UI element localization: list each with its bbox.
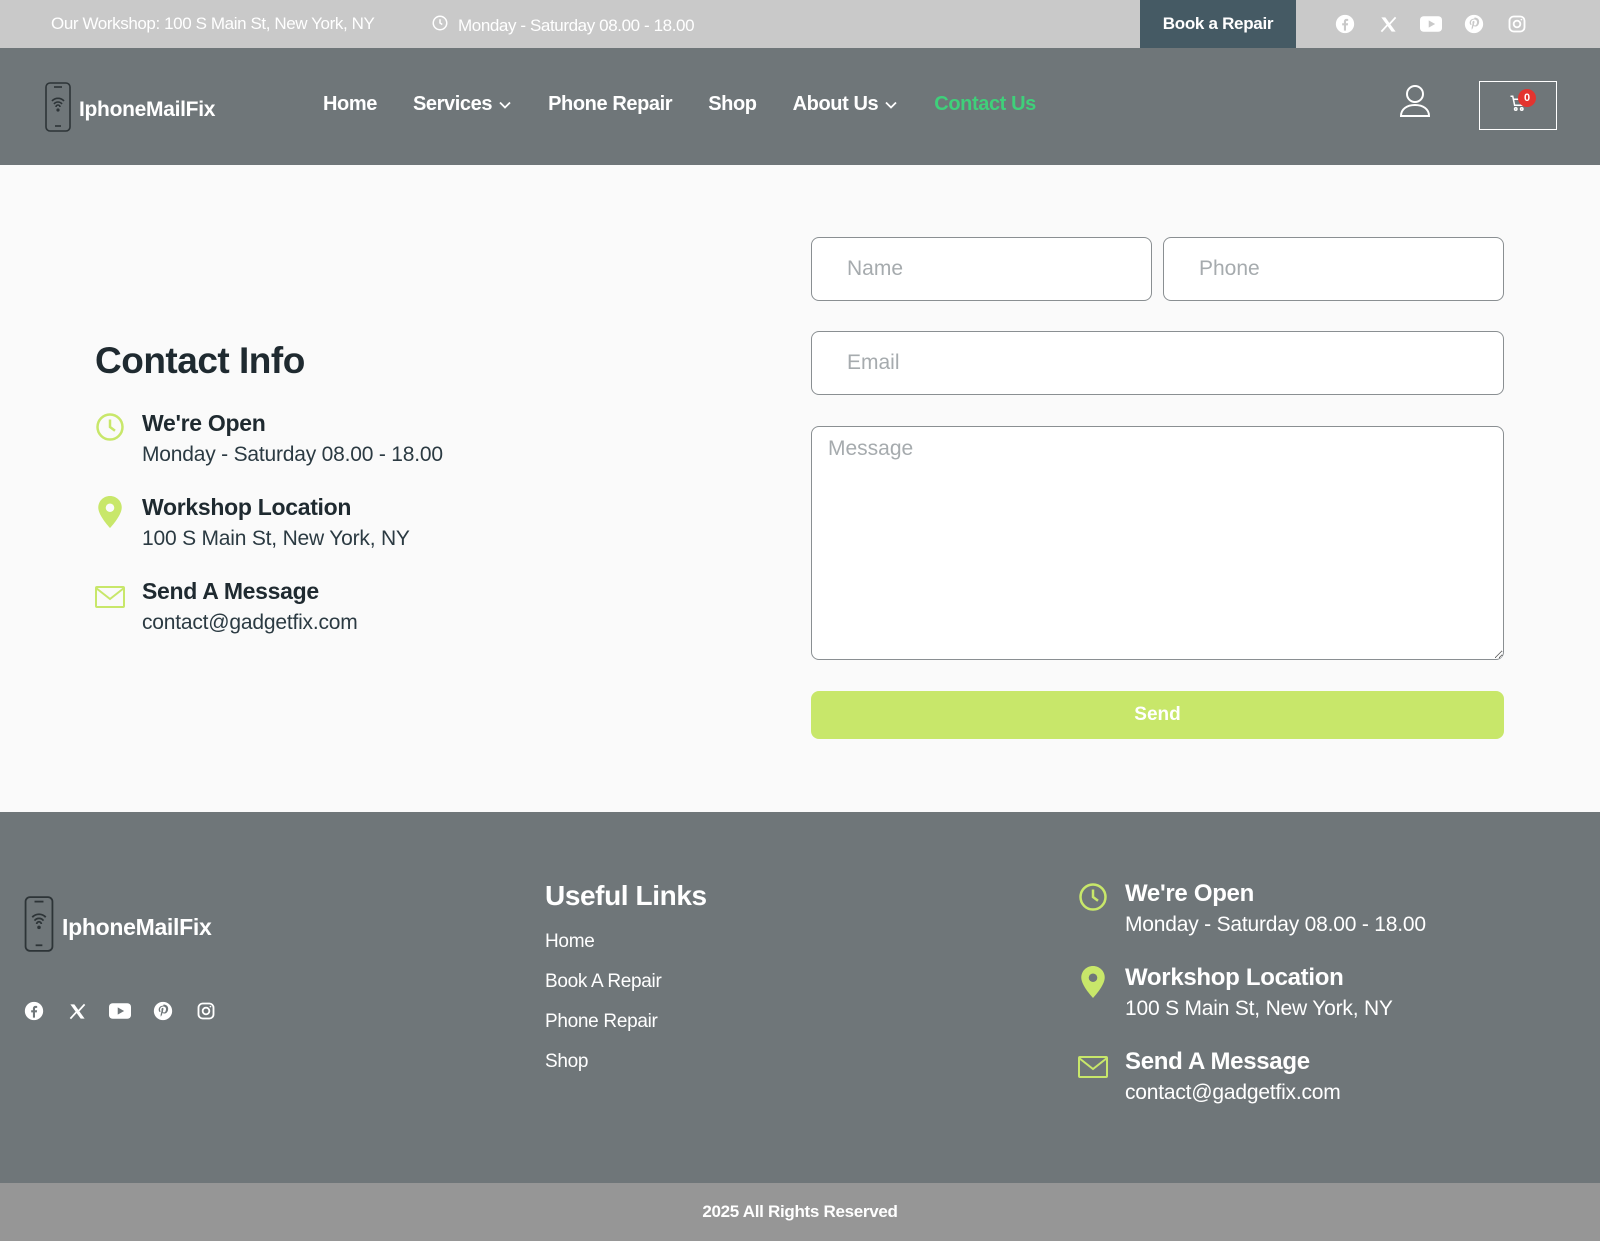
footer-hours-title: We're Open — [1125, 880, 1254, 907]
contact-hours: We're Open Monday - Saturday 08.00 - 18.… — [95, 410, 443, 467]
footer-link-book-repair[interactable]: Book A Repair — [545, 971, 707, 993]
footer-hours: We're Open Monday - Saturday 08.00 - 18.… — [1078, 880, 1426, 937]
site-footer: IphoneMailFix Useful Links Home Book A R… — [0, 812, 1600, 1183]
copyright-text: 2025 All Rights Reserved — [702, 1202, 898, 1221]
hours-text: Monday - Saturday 08.00 - 18.00 — [142, 443, 443, 466]
cart-button[interactable]: 0 — [1479, 81, 1557, 130]
clock-icon — [1078, 880, 1108, 937]
contact-section: Contact Info We're Open Monday - Saturda… — [0, 165, 1600, 812]
cart-count-badge: 0 — [1518, 89, 1536, 107]
footer-link-phone-repair[interactable]: Phone Repair — [545, 1011, 707, 1033]
chevron-down-icon — [498, 93, 512, 116]
location-title: Workshop Location — [142, 494, 352, 520]
nav-phone-repair-label: Phone Repair — [548, 93, 673, 115]
x-icon[interactable] — [1377, 13, 1399, 35]
mail-icon — [1078, 1048, 1108, 1105]
contact-info-title: Contact Info — [95, 340, 305, 381]
topbar-social-links — [1334, 13, 1528, 35]
footer-link-home[interactable]: Home — [545, 931, 707, 953]
book-repair-button[interactable]: Book a Repair — [1140, 0, 1296, 48]
footer-email-text[interactable]: contact@gadgetfix.com — [1125, 1081, 1341, 1105]
nav-phone-repair[interactable]: Phone Repair — [548, 93, 673, 116]
contact-location: Workshop Location 100 S Main St, New Yor… — [95, 494, 410, 551]
phone-logo-icon — [45, 82, 71, 138]
workshop-address: Our Workshop: 100 S Main St, New York, N… — [51, 14, 375, 33]
site-header: IphoneMailFix Home Services Phone Repair… — [0, 48, 1600, 165]
instagram-icon[interactable] — [195, 1000, 217, 1022]
useful-links-title: Useful Links — [545, 880, 707, 911]
email-input[interactable] — [811, 331, 1504, 395]
pinterest-icon[interactable] — [1463, 13, 1485, 35]
nav-about-us[interactable]: About Us — [793, 93, 899, 116]
brand-name: IphoneMailFix — [79, 98, 216, 121]
footer-link-shop[interactable]: Shop — [545, 1051, 707, 1073]
user-account-icon[interactable] — [1399, 84, 1431, 123]
clock-icon — [95, 410, 125, 467]
footer-hours-text: Monday - Saturday 08.00 - 18.00 — [1125, 913, 1426, 936]
footer-location-title: Workshop Location — [1125, 964, 1344, 991]
phone-input[interactable] — [1163, 237, 1504, 301]
location-text: 100 S Main St, New York, NY — [142, 527, 410, 550]
footer-social-links — [23, 1000, 217, 1022]
x-icon[interactable] — [66, 1000, 88, 1022]
hours-title: We're Open — [142, 410, 266, 436]
footer-message-title: Send A Message — [1125, 1048, 1310, 1075]
footer-email: Send A Message contact@gadgetfix.com — [1078, 1048, 1341, 1105]
chevron-down-icon — [884, 93, 898, 116]
nav-contact-label: Contact Us — [934, 93, 1036, 115]
nav-about-label: About Us — [792, 93, 879, 115]
nav-home-label: Home — [323, 93, 377, 115]
useful-links: Useful Links Home Book A Repair Phone Re… — [545, 880, 707, 1091]
phone-logo-icon — [24, 896, 54, 958]
nav-home[interactable]: Home — [323, 93, 377, 116]
facebook-icon[interactable] — [1334, 13, 1356, 35]
map-pin-icon — [1078, 964, 1108, 1021]
message-textarea[interactable] — [811, 426, 1504, 660]
youtube-icon[interactable] — [1420, 13, 1442, 35]
send-button[interactable]: Send — [811, 691, 1504, 739]
name-input[interactable] — [811, 237, 1152, 301]
youtube-icon[interactable] — [109, 1000, 131, 1022]
footer-brand-name: IphoneMailFix — [62, 913, 212, 940]
footer-logo[interactable]: IphoneMailFix — [24, 896, 212, 958]
nav-contact-us[interactable]: Contact Us — [934, 93, 1036, 116]
topbar-hours-text: Monday - Saturday 08.00 - 18.00 — [458, 15, 695, 35]
clock-icon — [431, 14, 449, 37]
map-pin-icon — [95, 494, 125, 551]
nav-shop[interactable]: Shop — [708, 93, 757, 116]
copyright-bar: 2025 All Rights Reserved — [0, 1183, 1600, 1241]
top-bar: Our Workshop: 100 S Main St, New York, N… — [0, 0, 1600, 48]
site-logo[interactable]: IphoneMailFix — [45, 82, 215, 138]
message-title: Send A Message — [142, 578, 319, 604]
instagram-icon[interactable] — [1506, 13, 1528, 35]
email-text[interactable]: contact@gadgetfix.com — [142, 611, 358, 635]
main-nav: Home Services Phone Repair Shop About Us… — [323, 93, 1072, 116]
pinterest-icon[interactable] — [152, 1000, 174, 1022]
nav-shop-label: Shop — [708, 93, 757, 115]
nav-services[interactable]: Services — [413, 93, 512, 116]
facebook-icon[interactable] — [23, 1000, 45, 1022]
topbar-hours: Monday - Saturday 08.00 - 18.00 — [431, 14, 695, 37]
mail-icon — [95, 578, 125, 635]
footer-location: Workshop Location 100 S Main St, New Yor… — [1078, 964, 1393, 1021]
nav-services-label: Services — [412, 93, 493, 115]
footer-location-text: 100 S Main St, New York, NY — [1125, 997, 1393, 1020]
contact-email: Send A Message contact@gadgetfix.com — [95, 578, 358, 635]
